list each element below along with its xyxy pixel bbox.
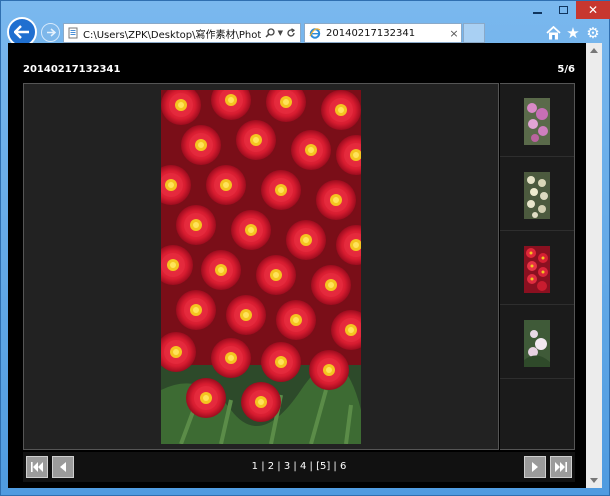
- thumbnail-item-selected[interactable]: [500, 232, 574, 305]
- page-link-6[interactable]: 6: [340, 461, 346, 472]
- thumbnail-pale-flowers[interactable]: [524, 320, 550, 367]
- photo-counter: 5/6: [557, 64, 575, 75]
- minimize-icon: [532, 12, 542, 14]
- page-current-5: [5]: [316, 461, 331, 472]
- last-page-button[interactable]: [550, 456, 572, 478]
- tab-title: 20140217132341: [326, 27, 416, 39]
- close-icon: ✕: [587, 3, 599, 17]
- scroll-down-icon[interactable]: [590, 478, 598, 483]
- thumbnail-item[interactable]: [500, 158, 574, 231]
- tools-button[interactable]: ⚙: [585, 24, 601, 42]
- forward-arrow-icon: [46, 28, 56, 37]
- main-photo[interactable]: [161, 90, 361, 444]
- scroll-up-icon[interactable]: [590, 48, 598, 53]
- photo-title: 20140217132341: [23, 64, 121, 75]
- address-text[interactable]: C:\Users\ZPK\Desktop\寫作素材\Photo\: [83, 26, 261, 41]
- maximize-icon: [558, 6, 568, 14]
- thumbnail-pink-flowers[interactable]: [524, 98, 550, 145]
- pagination-bar: 1 | 2 | 3 | 4 | [5] | 6: [23, 452, 575, 482]
- address-bar[interactable]: C:\Users\ZPK\Desktop\寫作素材\Photo\ ▼: [63, 23, 301, 43]
- thumbnail-white-flowers[interactable]: [524, 172, 550, 219]
- home-icon: [545, 26, 561, 40]
- home-button[interactable]: [545, 25, 561, 41]
- new-tab-button[interactable]: [463, 23, 485, 43]
- refresh-icon[interactable]: [286, 28, 296, 38]
- gallery-header: 20140217132341 5/6: [23, 62, 575, 78]
- tab-close-button[interactable]: ×: [447, 27, 461, 40]
- last-page-icon: [555, 462, 567, 472]
- ie-logo-icon: [309, 28, 321, 39]
- photo-viewer: [23, 83, 499, 450]
- page-file-icon: [68, 27, 78, 39]
- favorites-button[interactable]: ★: [565, 24, 581, 42]
- forward-button[interactable]: [41, 23, 60, 42]
- red-chrysanthemum-photo: [161, 90, 361, 444]
- vertical-scrollbar[interactable]: [586, 43, 602, 488]
- search-icon[interactable]: [265, 28, 275, 38]
- thumbnail-item[interactable]: [500, 306, 574, 379]
- tab-active[interactable]: 20140217132341 ×: [304, 23, 462, 43]
- star-icon: ★: [566, 24, 580, 42]
- thumbnail-item[interactable]: [500, 84, 574, 157]
- gear-icon: ⚙: [586, 24, 600, 42]
- thumbnail-strip: [500, 83, 575, 450]
- page-numbers: 1 | 2 | 3 | 4 | [5] | 6: [251, 461, 347, 472]
- dropdown-arrow-icon[interactable]: ▼: [278, 29, 283, 37]
- back-arrow-icon: [14, 25, 29, 39]
- next-icon: [532, 462, 538, 472]
- next-button[interactable]: [524, 456, 546, 478]
- thumbnail-red-flowers[interactable]: [524, 246, 550, 293]
